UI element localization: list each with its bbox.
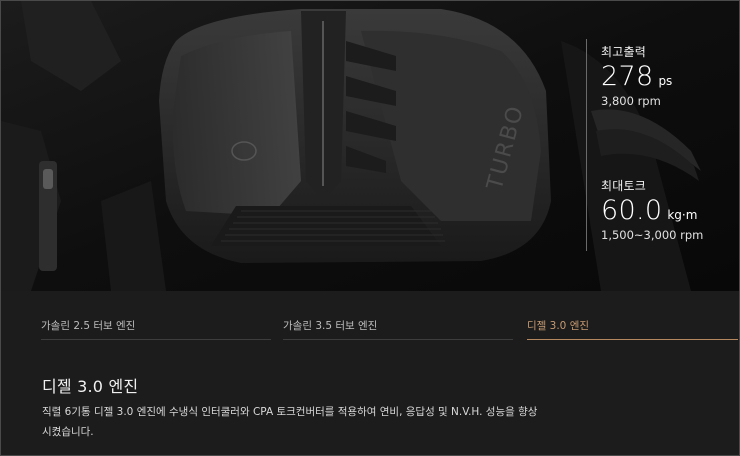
torque-rpm: 1,500~3,000 rpm [601,228,704,242]
section-title: 디젤 3.0 엔진 [42,377,139,396]
tab-gasoline-3-5-turbo[interactable]: 가솔린 3.5 터보 엔진 [283,315,513,340]
torque-unit: kg·m [667,208,698,222]
torque-spec: 최대토크 60.0 kg·m 1,500~3,000 rpm [601,177,703,242]
torque-label: 최대토크 [601,179,646,193]
power-unit: ps [658,74,673,88]
engine-hero-image: TURBO 최고출력 278 ps 3,800 rpm 최대토크 60.0 kg… [1,1,739,291]
power-spec: 최고출력 278 ps 3,800 rpm [601,43,672,108]
torque-value: 60.0 [601,195,663,226]
engine-info-section: 가솔린 2.5 터보 엔진 가솔린 3.5 터보 엔진 디젤 3.0 엔진 디젤… [1,291,739,455]
power-rpm: 3,800 rpm [601,94,661,108]
power-label: 최고출력 [601,45,646,59]
section-description: 직렬 6기통 디젤 3.0 엔진에 수냉식 인터쿨러와 CPA 토크컨버터를 적… [42,406,538,438]
spec-panel: 최고출력 278 ps 3,800 rpm 최대토크 60.0 kg·m 1,5… [586,39,736,251]
power-value: 278 [601,61,654,92]
tab-diesel-3-0[interactable]: 디젤 3.0 엔진 [527,315,738,340]
tab-gasoline-2-5-turbo[interactable]: 가솔린 2.5 터보 엔진 [41,315,271,340]
engine-tabs: 가솔린 2.5 터보 엔진 가솔린 3.5 터보 엔진 디젤 3.0 엔진 [41,315,738,341]
